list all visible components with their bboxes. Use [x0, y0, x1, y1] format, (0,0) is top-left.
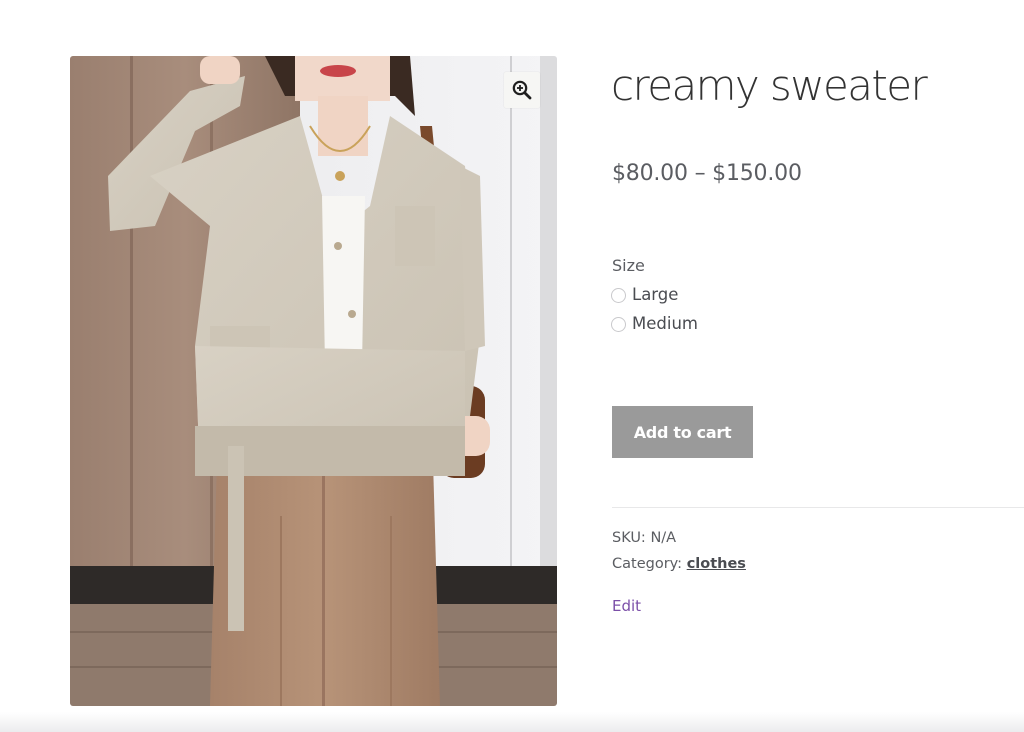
sku-label: SKU: — [612, 530, 646, 546]
size-label: Size — [612, 256, 645, 275]
product-page: creamy sweater $80.00 – $150.00 Size Lar… — [0, 0, 1024, 732]
size-option-label: Medium — [632, 314, 698, 333]
price-range: $80.00 – $150.00 — [612, 161, 802, 186]
bottom-edge — [0, 712, 1024, 732]
category-link[interactable]: clothes — [687, 556, 746, 572]
sku-value: N/A — [650, 530, 677, 546]
size-option-label: Large — [632, 285, 679, 304]
sku-line: SKU: N/A — [612, 528, 676, 548]
product-photo — [70, 56, 557, 706]
product-title: creamy sweater — [611, 61, 928, 110]
zoom-button[interactable] — [504, 72, 540, 108]
category-label: Category: — [612, 556, 683, 572]
radio-button[interactable] — [611, 287, 626, 303]
product-image[interactable] — [70, 56, 557, 706]
size-option-large[interactable]: Large — [611, 284, 678, 306]
divider — [612, 507, 1024, 508]
zoom-in-icon — [512, 80, 532, 100]
edit-link[interactable]: Edit — [612, 596, 641, 616]
radio-button[interactable] — [611, 316, 626, 332]
size-option-medium[interactable]: Medium — [611, 313, 698, 335]
category-line: Category: clothes — [612, 554, 746, 574]
add-to-cart-button[interactable]: Add to cart — [612, 406, 753, 458]
